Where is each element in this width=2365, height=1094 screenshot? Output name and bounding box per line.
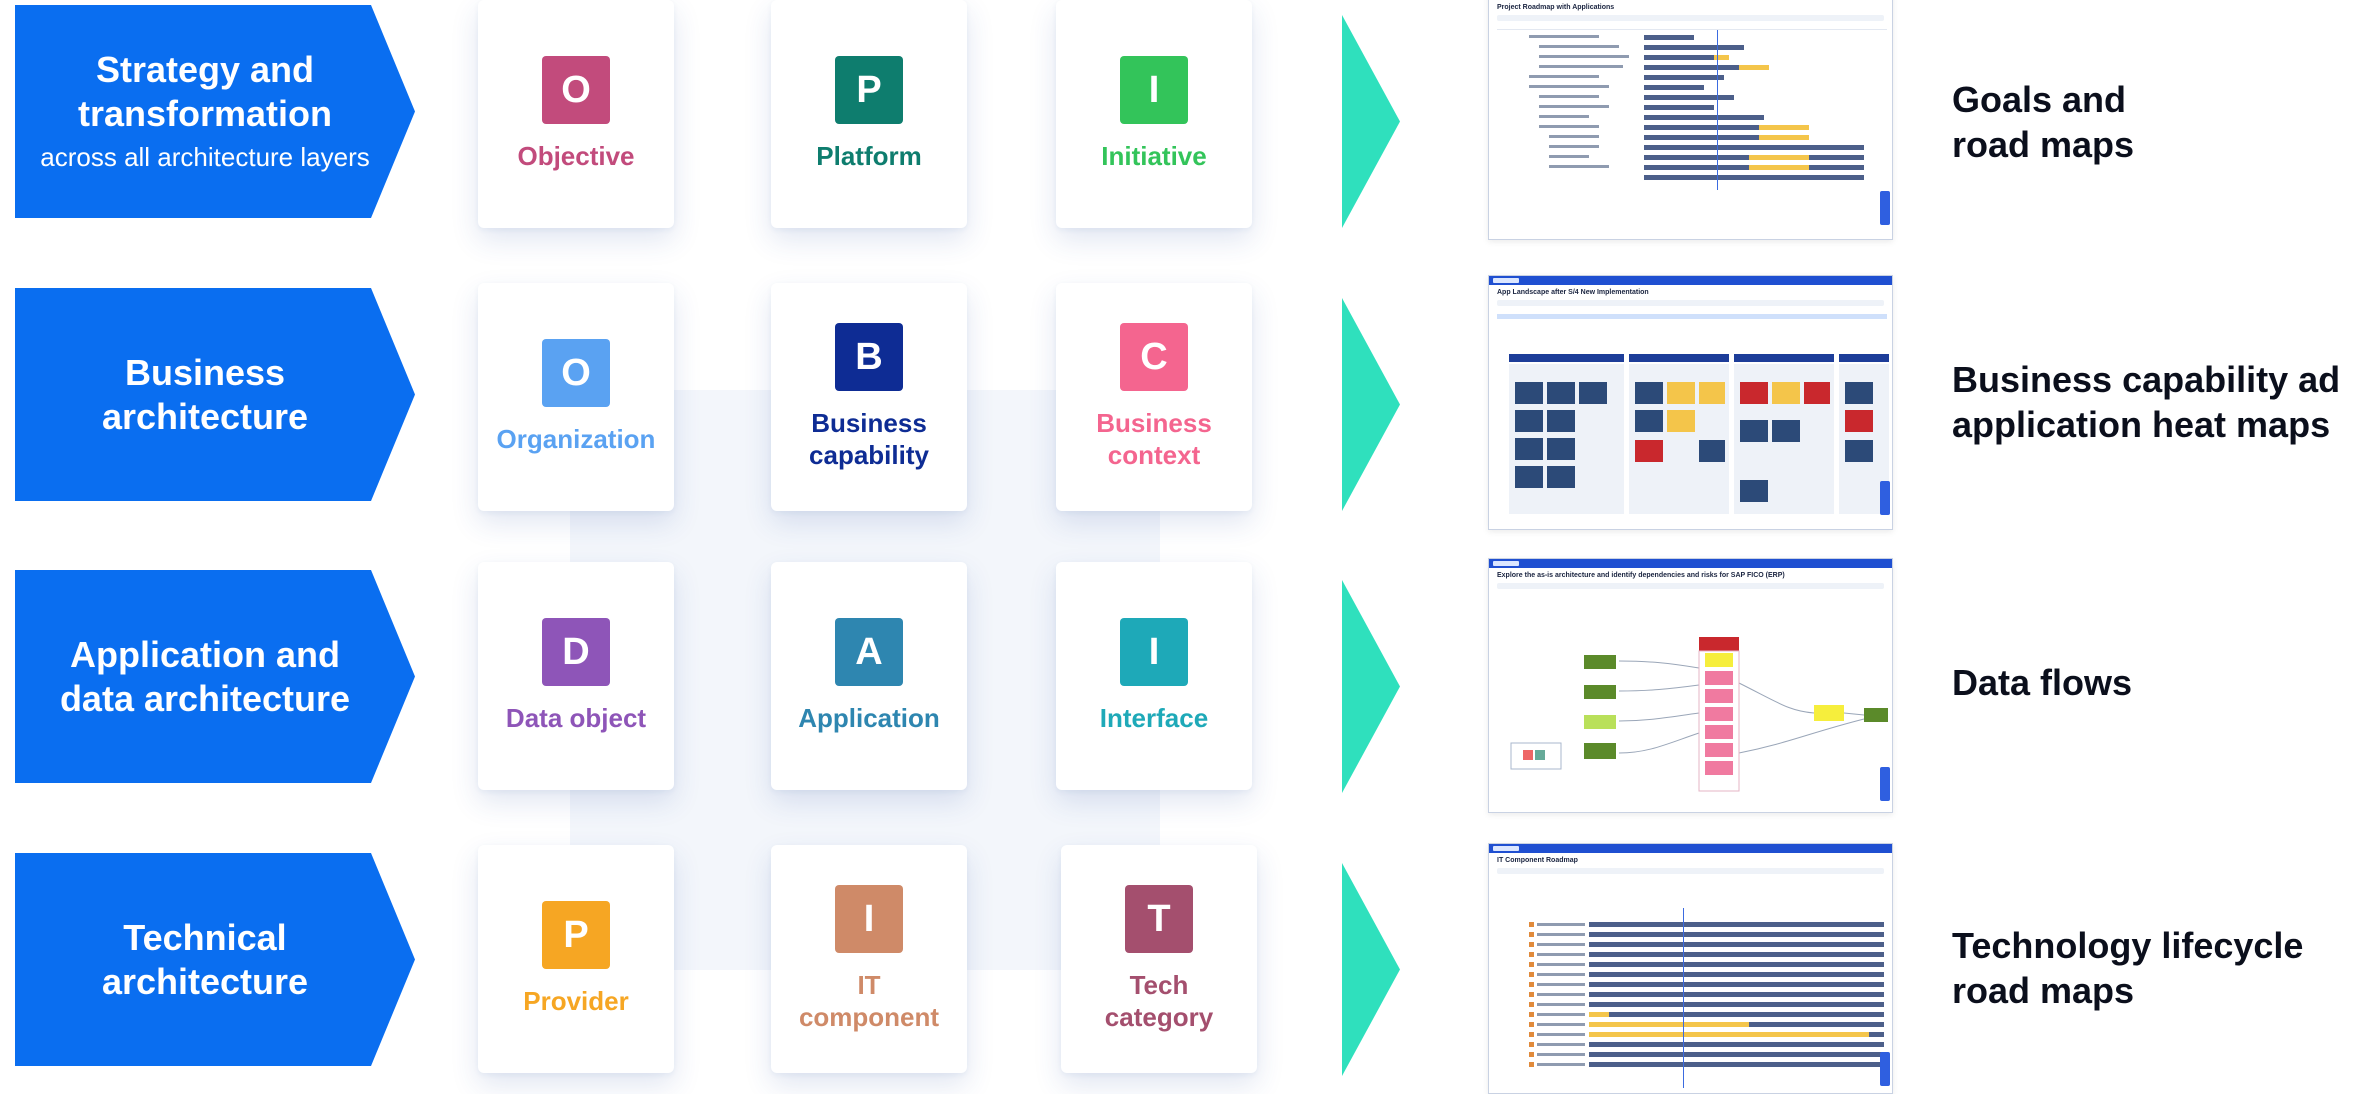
filter-bar: [1497, 868, 1884, 874]
card-label: Application: [798, 703, 940, 733]
screenshot-title: Explore the as-is architecture and ident…: [1497, 572, 1785, 579]
card-tech-category: T Tech category: [1061, 845, 1257, 1073]
dataflow-preview: [1510, 637, 1888, 792]
card-organization: O Organization: [478, 283, 674, 511]
card-data-object: D Data object: [478, 562, 674, 790]
tech-category-icon: T: [1125, 885, 1193, 953]
screenshot-title: IT Component Roadmap: [1497, 857, 1578, 864]
filter-bar: [1497, 15, 1884, 21]
it-component-icon: I: [835, 885, 903, 953]
card-business-context: C Business context: [1056, 283, 1252, 511]
card-label: IT component: [798, 970, 940, 1032]
layer-chevron: Strategy and transformation across all a…: [15, 5, 415, 218]
initiative-icon: I: [1120, 56, 1188, 124]
card-label: Tech category: [1104, 970, 1214, 1032]
layer-chevron: Business architecture: [15, 288, 415, 501]
card-business-capability: B Business capability: [771, 283, 967, 511]
layer-title: Strategy and transformation: [77, 48, 333, 134]
scrollbar-tab: [1880, 191, 1890, 225]
card-application: A Application: [771, 562, 967, 790]
card-label: Data object: [505, 703, 647, 733]
card-label: Organization: [496, 424, 656, 454]
card-label: Interface: [1099, 703, 1209, 733]
row-business: Business architecture O Organization B B…: [0, 275, 2365, 530]
layer-title: Technical architecture: [101, 916, 309, 1002]
app-header-bar: [1489, 276, 1892, 285]
card-label: Provider: [523, 986, 629, 1016]
card-it-component: I IT component: [771, 845, 967, 1073]
scrollbar-tab: [1880, 481, 1890, 515]
logo-icon: [1493, 846, 1519, 851]
outcome-label: Business capability ad application heat …: [1952, 359, 2341, 445]
screenshot-title: Project Roadmap with Applications: [1497, 4, 1615, 11]
organization-icon: O: [542, 339, 610, 407]
row-strategy: Strategy and transformation across all a…: [0, 0, 2365, 240]
card-platform: P Platform: [771, 0, 967, 228]
card-provider: P Provider: [478, 845, 674, 1073]
platform-icon: P: [835, 56, 903, 124]
screenshot-it-roadmap: IT Component Roadmap: [1488, 843, 1893, 1094]
screenshot-dataflow: Explore the as-is architecture and ident…: [1488, 558, 1893, 813]
screenshot-roadmap: Project Roadmap with Applications: [1488, 0, 1893, 240]
scrollbar-tab: [1880, 1052, 1890, 1086]
app-header-bar: [1489, 559, 1892, 568]
card-objective: O Objective: [478, 0, 674, 228]
business-context-icon: C: [1120, 323, 1188, 391]
interface-icon: I: [1120, 618, 1188, 686]
row-application: Application and data architecture D Data…: [0, 558, 2365, 813]
card-label: Business context: [1096, 408, 1212, 470]
lifecycle-preview: [1529, 908, 1884, 1088]
app-header-bar: [1489, 844, 1892, 853]
objective-icon: O: [542, 56, 610, 124]
card-initiative: I Initiative: [1056, 0, 1252, 228]
provider-icon: P: [542, 901, 610, 969]
layer-chevron: Application and data architecture: [15, 570, 415, 783]
outcome-label: Data flows: [1952, 662, 2133, 703]
scrollbar-tab: [1880, 767, 1890, 801]
row-technical: Technical architecture P Provider I IT c…: [0, 843, 2365, 1094]
card-label: Platform: [816, 141, 922, 171]
landscape-preview: [1497, 314, 1889, 514]
logo-icon: [1493, 561, 1519, 566]
layer-title: Application and data architecture: [59, 633, 351, 719]
layer-title: Business architecture: [101, 351, 309, 437]
layer-subtitle: across all architecture layers: [40, 141, 370, 172]
screenshot-landscape: App Landscape after S/4 New Implementati…: [1488, 275, 1893, 530]
card-label: Objective: [517, 141, 635, 171]
arrow-icon: [1342, 580, 1400, 793]
gantt-preview: [1497, 29, 1887, 190]
filter-bar: [1497, 300, 1884, 306]
card-label: Initiative: [1101, 141, 1207, 171]
screenshot-title: App Landscape after S/4 New Implementati…: [1497, 289, 1649, 296]
card-interface: I Interface: [1056, 562, 1252, 790]
application-icon: A: [835, 618, 903, 686]
arrow-icon: [1342, 15, 1400, 228]
layer-chevron: Technical architecture: [15, 853, 415, 1066]
outcome-label: Technology lifecycle road maps: [1952, 925, 2304, 1011]
arrow-icon: [1342, 863, 1400, 1076]
data-object-icon: D: [542, 618, 610, 686]
business-capability-icon: B: [835, 323, 903, 391]
filter-bar: [1497, 583, 1884, 589]
outcome-label: Goals and road maps: [1952, 79, 2135, 165]
logo-icon: [1493, 278, 1519, 283]
card-label: Business capability: [809, 408, 929, 470]
arrow-icon: [1342, 298, 1400, 511]
